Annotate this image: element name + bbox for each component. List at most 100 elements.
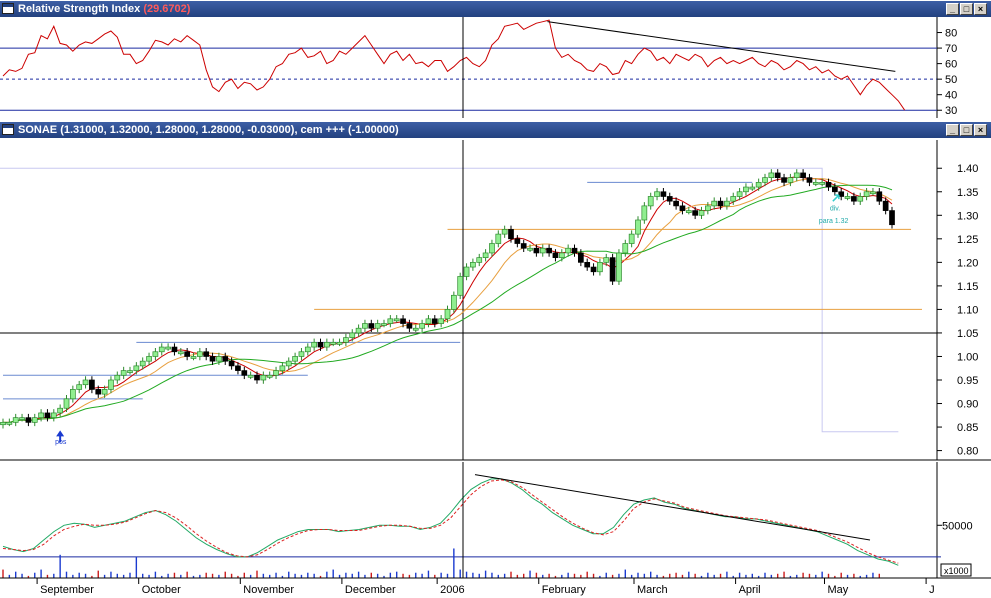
- candle-body: [844, 196, 851, 199]
- candle-body: [0, 422, 6, 426]
- candle-body: [63, 398, 70, 409]
- signal-line: [2, 479, 899, 564]
- price-tick-label: 1.15: [957, 281, 978, 293]
- candle-body: [279, 365, 286, 371]
- candle-body: [254, 374, 260, 381]
- candle-body: [819, 182, 826, 185]
- candle-body: [25, 417, 32, 423]
- candle-body: [165, 346, 171, 350]
- rsi-tick-label: 30: [945, 105, 957, 117]
- price-tick-label: 1.05: [957, 328, 978, 340]
- time-tick-label: 2006: [440, 584, 464, 596]
- candle-body: [158, 346, 165, 353]
- candle-body: [514, 238, 521, 244]
- candle-body: [673, 200, 679, 207]
- annotation-pos: pos: [55, 439, 67, 446]
- time-tick-label: May: [828, 584, 849, 596]
- candle-body: [133, 365, 140, 371]
- candle-body: [698, 210, 705, 216]
- time-tick-label: March: [637, 584, 668, 596]
- candle-body: [349, 332, 356, 338]
- candle-body: [704, 205, 711, 211]
- candle-body: [336, 342, 343, 345]
- candle-body: [57, 407, 64, 414]
- time-tick-label: J: [929, 584, 935, 596]
- candle-body: [190, 356, 197, 359]
- candle-body: [552, 252, 559, 258]
- price-tick-label: 0.80: [957, 446, 978, 458]
- vol-trendline: [474, 474, 871, 541]
- candle-body: [362, 323, 368, 329]
- candle-body: [749, 186, 756, 190]
- chart-canvas[interactable]: 80 70 60 50 40 30 1.40 1.35 1.30 1.25 1.20 1.15 1.10…: [0, 0, 991, 598]
- candle-body: [692, 210, 699, 216]
- candle-body: [6, 422, 13, 425]
- candle-body: [355, 327, 362, 334]
- candle-body: [622, 243, 629, 254]
- candle-body: [577, 252, 584, 263]
- price-tick-label: 1.20: [957, 257, 978, 269]
- candle-body: [292, 356, 298, 362]
- candle-body: [863, 191, 870, 197]
- candle-body: [857, 196, 864, 202]
- candle-body: [654, 191, 660, 197]
- candle-body: [247, 374, 254, 378]
- candle-body: [444, 309, 451, 320]
- candle-body: [38, 412, 44, 418]
- rsi-tick-label: 40: [945, 90, 957, 102]
- candle-body: [508, 229, 514, 240]
- time-tick-label: October: [142, 584, 181, 596]
- candle-body: [82, 379, 89, 386]
- candle-body: [127, 370, 133, 373]
- candle-body: [228, 360, 235, 367]
- price-tick-label: 1.35: [957, 187, 978, 199]
- candle-body: [139, 360, 146, 367]
- rsi-plot-bg: [0, 17, 937, 118]
- candle-body: [19, 417, 25, 420]
- candle-body: [558, 252, 565, 258]
- candle-body: [216, 356, 222, 362]
- candle-body: [381, 323, 387, 326]
- candle-body: [590, 266, 597, 273]
- candle-body: [368, 323, 375, 329]
- candle-body: [787, 177, 794, 183]
- candle-body: [50, 412, 57, 418]
- candle-body: [101, 389, 108, 395]
- candle-body: [666, 196, 673, 202]
- candle-body: [76, 384, 83, 390]
- candle-body: [825, 182, 832, 188]
- candle-body: [311, 342, 317, 348]
- time-tick-label: February: [542, 584, 587, 596]
- candle-body: [412, 327, 419, 331]
- annotation-div: div.: [830, 206, 840, 213]
- candle-body: [31, 417, 38, 423]
- time-tick-label: April: [739, 584, 761, 596]
- price-tick-label: 1.40: [957, 163, 978, 175]
- candle-body: [298, 351, 305, 357]
- candle-body: [324, 342, 330, 348]
- candle-body: [108, 379, 114, 390]
- candle-body: [387, 318, 394, 324]
- candle-body: [406, 323, 413, 329]
- price-tick-label: 1.00: [957, 351, 978, 363]
- candle-body: [95, 389, 102, 395]
- price-tick-label: 1.10: [957, 304, 978, 316]
- candle-body: [768, 172, 775, 178]
- candle-body: [546, 247, 552, 254]
- candle-body: [235, 365, 241, 371]
- candle-body: [539, 247, 546, 254]
- candle-body: [889, 210, 895, 226]
- candle-body: [736, 191, 743, 197]
- candle-body: [393, 318, 400, 322]
- candle-body: [451, 294, 457, 310]
- price-tick-label: 1.25: [957, 234, 978, 246]
- candle-body: [616, 252, 622, 282]
- candle-body: [463, 266, 470, 277]
- candle-body: [152, 351, 159, 357]
- price-plot-bg: [0, 140, 937, 460]
- candle-body: [241, 370, 248, 376]
- candle-body: [812, 182, 819, 185]
- candle-body: [343, 337, 349, 343]
- candle-body: [470, 262, 476, 268]
- candle-body: [685, 210, 692, 213]
